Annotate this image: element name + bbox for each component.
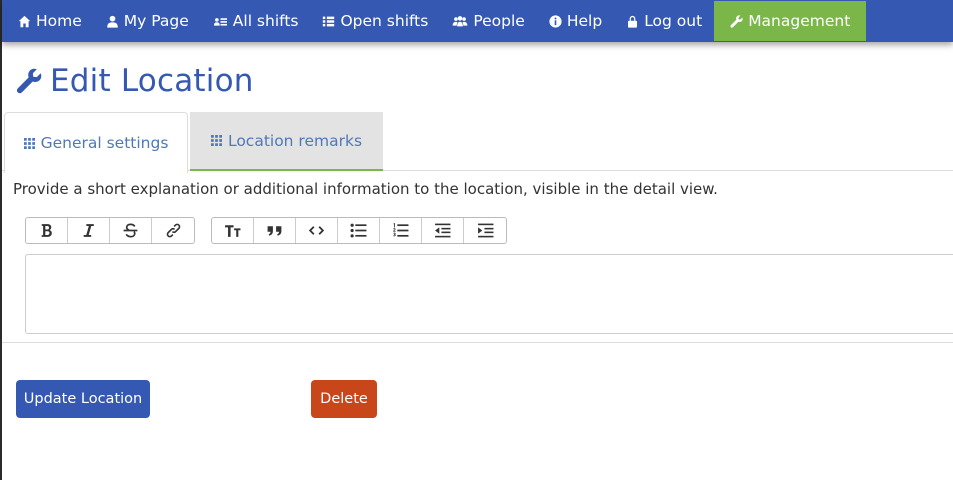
quote-icon: [267, 226, 282, 236]
italic-icon: [83, 224, 94, 237]
nav-open-shifts[interactable]: Open shifts: [310, 1, 440, 41]
tab-label: Location remarks: [227, 131, 363, 150]
link-button[interactable]: [152, 218, 194, 243]
nav-people[interactable]: People: [440, 1, 537, 41]
shifts-icon: [213, 17, 227, 26]
top-navbar: Home My Page All shifts Open shifts Peop…: [2, 0, 953, 42]
editor-toolbar-formatting: [25, 217, 195, 244]
numbered-list-icon: [393, 223, 409, 237]
people-icon: [453, 15, 468, 26]
nav-management[interactable]: Management: [714, 1, 867, 41]
numbered-list-button[interactable]: [380, 218, 422, 243]
nav-label: Open shifts: [340, 12, 429, 30]
wrench-icon: [16, 68, 42, 94]
heading-button[interactable]: [212, 218, 254, 243]
page-header: Edit Location: [16, 63, 254, 99]
lock-icon: [628, 15, 638, 28]
nav-home[interactable]: Home: [6, 1, 94, 41]
page-title: Edit Location: [50, 63, 254, 99]
home-icon: [18, 15, 31, 27]
bold-icon: [41, 224, 52, 237]
nav-label: Log out: [644, 12, 703, 30]
tab-label: General settings: [40, 134, 169, 152]
indent-button[interactable]: [464, 218, 506, 243]
list-icon: [323, 16, 335, 26]
strikethrough-icon: [123, 223, 138, 238]
user-icon: [107, 15, 118, 28]
editor-toolbar-blocks: [211, 217, 507, 244]
nav-label: All shifts: [232, 12, 299, 30]
nav-label: People: [473, 12, 525, 30]
tab-location-remarks[interactable]: Location remarks: [190, 112, 383, 171]
grid-icon: [23, 137, 35, 149]
quote-button[interactable]: [254, 218, 296, 243]
update-location-button[interactable]: Update Location: [16, 380, 150, 418]
code-button[interactable]: [296, 218, 338, 243]
nav-label: Management: [748, 12, 851, 30]
delete-button[interactable]: Delete: [311, 380, 377, 418]
form-divider: [2, 342, 953, 343]
tab-general-settings[interactable]: General settings: [4, 112, 188, 173]
indent-icon: [477, 223, 493, 238]
nav-log-out[interactable]: Log out: [614, 1, 714, 41]
italic-button[interactable]: [68, 218, 110, 243]
remarks-editor[interactable]: [25, 254, 953, 334]
strikethrough-button[interactable]: [110, 218, 152, 243]
link-icon: [166, 223, 180, 238]
bullet-list-button[interactable]: [338, 218, 380, 243]
heading-icon: [225, 225, 241, 237]
code-icon: [308, 226, 325, 235]
wrench-icon: [730, 14, 743, 28]
outdent-icon: [435, 223, 451, 238]
nav-my-page[interactable]: My Page: [94, 1, 201, 41]
nav-label: Home: [36, 12, 82, 30]
bullet-list-icon: [350, 223, 367, 238]
outdent-button[interactable]: [422, 218, 464, 243]
bold-button[interactable]: [26, 218, 68, 243]
info-icon: [549, 14, 562, 28]
grid-icon: [210, 135, 222, 146]
nav-all-shifts[interactable]: All shifts: [201, 1, 311, 41]
nav-help[interactable]: Help: [537, 1, 614, 41]
remarks-description: Provide a short explanation or additiona…: [13, 180, 718, 198]
nav-label: My Page: [123, 12, 189, 30]
nav-label: Help: [566, 12, 603, 30]
tab-bar: General settings Location remarks: [2, 111, 953, 173]
